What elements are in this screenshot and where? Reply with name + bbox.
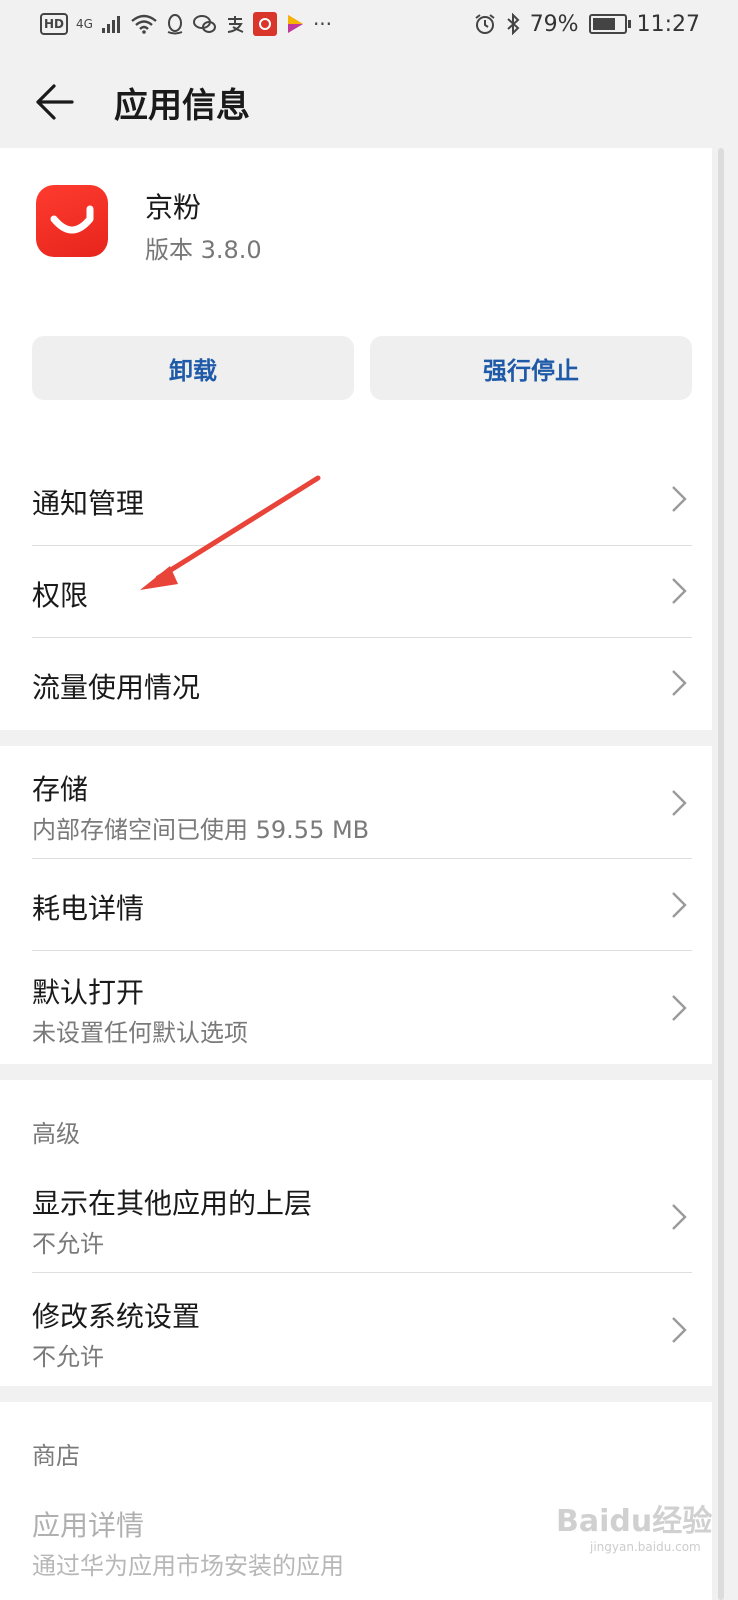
- menu-item-label: 修改系统设置: [32, 1300, 201, 1333]
- page-title: 应用信息: [114, 86, 250, 126]
- menu-item-subtitle: 未设置任何默认选项: [32, 1019, 248, 1047]
- menu-item-data-usage[interactable]: 流量使用情况: [32, 638, 692, 730]
- section-header-store: 商店: [32, 1442, 80, 1470]
- wechat-icon: [192, 10, 217, 38]
- watermark-url: jingyan.baidu.com: [590, 1540, 701, 1554]
- alipay-icon: [225, 10, 245, 38]
- chevron-right-icon: [672, 995, 687, 1021]
- battery-percent: 79%: [529, 11, 579, 37]
- watermark-logo: Baidu经验: [556, 1504, 713, 1539]
- menu-item-notification-management[interactable]: 通知管理: [32, 454, 692, 544]
- status-right-icons: 79% 11:27: [474, 10, 700, 38]
- chevron-right-icon: [672, 578, 687, 604]
- advanced-card: 高级 显示在其他应用的上层 不允许 修改系统设置 不允许: [0, 1080, 712, 1386]
- bluetooth-icon: [506, 10, 520, 38]
- alarm-icon: [474, 10, 496, 38]
- chevron-right-icon: [672, 670, 687, 696]
- scrollbar[interactable]: [718, 148, 724, 1600]
- menu-item-label: 通知管理: [32, 487, 145, 520]
- qq-icon: [165, 10, 185, 38]
- menu-item-label: 耗电详情: [32, 892, 145, 925]
- menu-item-subtitle: 内部存储空间已使用 59.55 MB: [32, 816, 370, 844]
- app-name: 京粉: [145, 191, 202, 224]
- menu-item-battery-usage[interactable]: 耗电详情: [32, 859, 692, 951]
- menu-item-label: 默认打开: [32, 976, 145, 1009]
- menu-item-label: 权限: [32, 579, 89, 612]
- chevron-right-icon: [672, 1317, 687, 1343]
- menu-item-storage[interactable]: 存储 内部存储空间已使用 59.55 MB: [32, 746, 692, 858]
- status-left-icons: HD 4G ···: [40, 10, 332, 38]
- chevron-right-icon: [672, 1204, 687, 1230]
- network-type-icon: 4G: [76, 17, 93, 31]
- wifi-icon: [131, 10, 157, 38]
- video-app-icon: [285, 10, 305, 38]
- menu-item-label: 显示在其他应用的上层: [32, 1187, 313, 1220]
- chevron-right-icon: [672, 892, 687, 918]
- menu-item-label: 存储: [32, 773, 89, 806]
- menu-item-subtitle: 不允许: [32, 1230, 104, 1258]
- back-arrow-icon: [36, 84, 74, 120]
- menu-item-label: 流量使用情况: [32, 671, 201, 704]
- chevron-right-icon: [672, 790, 687, 816]
- app-version: 版本 3.8.0: [145, 236, 262, 264]
- back-button[interactable]: [28, 74, 84, 130]
- smile-logo-icon: [50, 205, 94, 234]
- menu-item-subtitle: 通过华为应用市场安装的应用: [32, 1552, 344, 1580]
- app-icon: [36, 185, 108, 257]
- force-stop-button[interactable]: 强行停止: [370, 336, 692, 400]
- menu-item-label: 应用详情: [32, 1509, 145, 1542]
- battery-level: [592, 18, 615, 30]
- uninstall-button[interactable]: 卸载: [32, 336, 354, 400]
- battery-icon: [588, 14, 631, 34]
- more-notifications-icon: ···: [312, 12, 333, 36]
- menu-item-draw-over-apps[interactable]: 显示在其他应用的上层 不允许: [32, 1160, 692, 1272]
- menu-item-open-by-default[interactable]: 默认打开 未设置任何默认选项: [32, 951, 692, 1064]
- app-notification-icon: [252, 12, 277, 36]
- title-bar: 应用信息: [0, 52, 738, 148]
- app-info-card: 京粉 版本 3.8.0 卸载 强行停止 通知管理 权限 流量使用情况: [0, 148, 712, 730]
- chevron-right-icon: [672, 486, 687, 512]
- menu-item-permissions[interactable]: 权限: [32, 546, 692, 638]
- clock: 11:27: [636, 11, 700, 37]
- hd-icon: HD: [40, 13, 69, 35]
- menu-item-subtitle: 不允许: [32, 1343, 104, 1371]
- signal-icon: [101, 10, 123, 38]
- menu-item-modify-system-settings[interactable]: 修改系统设置 不允许: [32, 1273, 692, 1386]
- storage-card: 存储 内部存储空间已使用 59.55 MB 耗电详情 默认打开 未设置任何默认选…: [0, 746, 712, 1064]
- section-header-advanced: 高级: [32, 1120, 80, 1148]
- status-bar: HD 4G ··· 79% 11:27: [0, 0, 738, 52]
